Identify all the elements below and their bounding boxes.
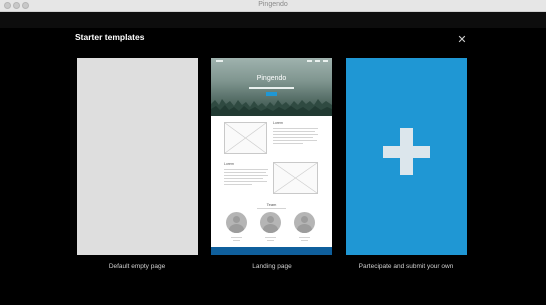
avatar <box>260 212 281 233</box>
text-line <box>224 175 268 176</box>
template-card-empty[interactable] <box>77 58 198 255</box>
image-placeholder <box>273 162 318 194</box>
text-line <box>273 128 318 129</box>
preview-nav-link <box>315 60 320 62</box>
preview-section-heading: Lorem <box>224 162 234 166</box>
forest-image <box>211 99 332 116</box>
text-line <box>224 172 266 173</box>
text-line <box>265 237 276 238</box>
template-label-empty: Default empty page <box>108 263 166 270</box>
text-line <box>267 240 274 241</box>
text-line <box>233 240 240 241</box>
preview-team-heading: Team <box>266 202 277 207</box>
image-placeholder <box>224 122 267 154</box>
landing-preview-hero: Pingendo <box>211 58 332 116</box>
text-line <box>273 143 303 144</box>
preview-hero-button <box>266 92 277 96</box>
landing-preview-footer <box>211 247 332 255</box>
preview-hero-title: Pingendo <box>256 75 287 82</box>
plus-icon <box>383 146 430 158</box>
preview-nav-link <box>323 60 328 62</box>
window-titlebar: Pingendo <box>0 0 546 12</box>
window-title: Pingendo <box>258 1 288 8</box>
text-line <box>224 181 267 182</box>
text-line <box>301 240 308 241</box>
avatar <box>294 212 315 233</box>
template-card-submit[interactable] <box>346 58 467 255</box>
preview-hero-subtitle <box>249 87 294 89</box>
text-line <box>257 208 286 209</box>
text-line <box>273 134 318 135</box>
text-line <box>224 184 252 185</box>
modal-title: Starter templates <box>75 32 145 42</box>
text-line <box>231 237 242 238</box>
text-line <box>299 237 310 238</box>
avatar <box>226 212 247 233</box>
text-line <box>224 178 263 179</box>
text-line <box>224 169 268 170</box>
preview-nav-link <box>307 60 312 62</box>
app-toolbar <box>0 12 546 28</box>
preview-nav-brand <box>216 60 223 62</box>
template-card-landing[interactable]: Pingendo Lorem Lorem Team <box>211 58 332 255</box>
close-icon[interactable]: ✕ <box>456 34 468 46</box>
text-line <box>273 140 317 141</box>
text-line <box>273 131 315 132</box>
template-label-submit: Partecipate and submit your own <box>358 263 454 270</box>
template-label-landing: Landing page <box>252 263 292 270</box>
preview-section-heading: Lorem <box>273 121 283 125</box>
text-line <box>273 137 313 138</box>
landing-preview-navbar <box>211 58 332 64</box>
